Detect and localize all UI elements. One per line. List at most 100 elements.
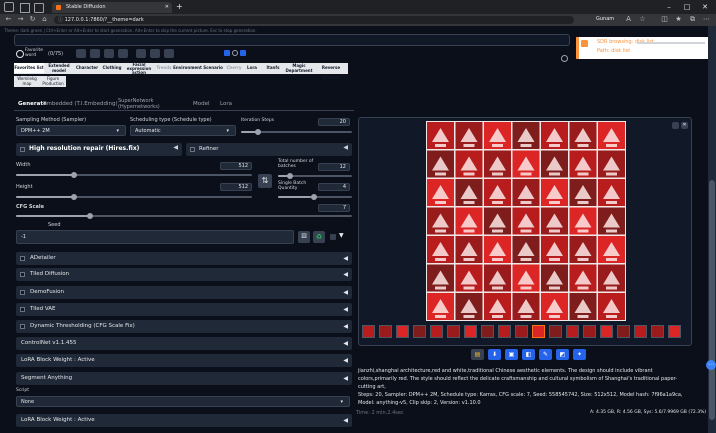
- preview-image[interactable]: [426, 121, 626, 321]
- accordion-controlnet[interactable]: ControlNet v1.1.455 ◀: [16, 337, 352, 350]
- gallery-thumbnail[interactable]: [583, 325, 596, 338]
- category-tab[interactable]: Environment Scenario: [172, 63, 224, 73]
- save-icon[interactable]: ⬇: [488, 349, 501, 360]
- category-tab[interactable]: Figure Production: [40, 76, 66, 86]
- globe-icon[interactable]: [90, 49, 100, 58]
- gallery-thumbnail[interactable]: [651, 325, 664, 338]
- category-tab[interactable]: Trends: [156, 63, 172, 73]
- reload-icon[interactable]: ↻: [28, 15, 37, 24]
- hires-accordion[interactable]: High resolution repair (Hires.fix) ◀: [16, 143, 182, 156]
- split-screen-icon[interactable]: ◫: [660, 15, 669, 24]
- schedule-dropdown[interactable]: Automatic ▾: [130, 125, 236, 136]
- gallery-thumbnail[interactable]: [430, 325, 443, 338]
- tab-embedding[interactable]: Embedded (T.I.Embedding): [43, 101, 118, 107]
- zip-icon[interactable]: ▣: [505, 349, 518, 360]
- gallery-thumbnail[interactable]: [549, 325, 562, 338]
- close-tab-icon[interactable]: ✕: [165, 2, 169, 13]
- accordion-checkbox[interactable]: [20, 307, 25, 312]
- accordion-checkbox[interactable]: [20, 290, 25, 295]
- fullscreen-icon[interactable]: [672, 122, 679, 129]
- hires-checkbox[interactable]: [20, 147, 25, 152]
- sampling-method-dropdown[interactable]: DPM++ 2M ▾: [16, 125, 126, 136]
- random-seed-icon[interactable]: ⚄: [298, 231, 310, 243]
- gallery-thumbnail[interactable]: [481, 325, 494, 338]
- browser-tab[interactable]: Stable Diffusion ✕: [52, 2, 172, 13]
- back-icon[interactable]: ←: [4, 15, 13, 24]
- height-slider[interactable]: [16, 196, 252, 198]
- tab-hypernetworks[interactable]: SuperNetwork (Hypernetworks): [118, 98, 180, 110]
- paste-icon[interactable]: [118, 49, 128, 58]
- width-slider[interactable]: [16, 174, 252, 176]
- close-window-icon[interactable]: ✕: [698, 2, 712, 12]
- category-tab[interactable]: Facial expression action: [124, 63, 154, 75]
- category-tab[interactable]: Itanfs: [264, 63, 282, 73]
- tab-model[interactable]: Model: [193, 101, 210, 107]
- tab-actions-icon[interactable]: [34, 3, 44, 13]
- new-tab-icon[interactable]: +: [176, 2, 183, 11]
- refiner-checkbox[interactable]: [190, 147, 195, 152]
- gallery-thumbnail[interactable]: [362, 325, 375, 338]
- accordion-segment-anything[interactable]: Segment Anything ◀: [16, 372, 352, 385]
- accordion-dynamic-thresholding[interactable]: Dynamic Thresholding (CFG Scale Fix) ◀: [16, 320, 352, 333]
- address-bar[interactable]: ⓘ 127.0.0.1:7860/?__theme=dark: [54, 16, 574, 24]
- extras-icon[interactable]: ◩: [556, 349, 569, 360]
- gallery-thumbnail[interactable]: [532, 325, 545, 338]
- toggle-c-icon[interactable]: [240, 50, 246, 56]
- close-gallery-icon[interactable]: ✕: [681, 122, 688, 129]
- accordion-adetailer[interactable]: ADetailer ◀: [16, 252, 352, 265]
- read-aloud-icon[interactable]: A: [624, 15, 633, 24]
- tag-radio[interactable]: [16, 50, 24, 58]
- browser-profile-icon[interactable]: [4, 2, 14, 12]
- accordion-checkbox[interactable]: [20, 272, 25, 277]
- scrollbar-thumb[interactable]: [709, 180, 715, 420]
- gallery-thumbnail[interactable]: [413, 325, 426, 338]
- site-info-icon[interactable]: ⓘ: [58, 17, 65, 23]
- batch-qty-slider-handle[interactable]: [311, 194, 317, 200]
- gallery-thumbnail[interactable]: [379, 325, 392, 338]
- cfg-slider[interactable]: [16, 215, 352, 217]
- history-icon[interactable]: [164, 49, 174, 58]
- accordion-checkbox[interactable]: [20, 324, 25, 329]
- height-input[interactable]: 512: [220, 183, 252, 191]
- accordion-tiled-diffusion[interactable]: Tiled Diffusion ◀: [16, 268, 352, 281]
- batch-qty-input[interactable]: 4: [318, 183, 350, 191]
- gallery-thumbnail[interactable]: [464, 325, 477, 338]
- seed-input[interactable]: -1: [16, 230, 294, 244]
- cfg-slider-handle[interactable]: [87, 213, 93, 219]
- settings-icon[interactable]: [76, 49, 86, 58]
- maximize-icon[interactable]: □: [680, 2, 694, 12]
- iteration-slider-handle[interactable]: [255, 129, 261, 135]
- category-tab[interactable]: Wemilekg map: [14, 76, 40, 86]
- img2img-icon[interactable]: ◧: [522, 349, 535, 360]
- toggle-a-icon[interactable]: [224, 50, 230, 56]
- refiner-accordion[interactable]: Refiner ◀: [186, 143, 352, 156]
- copy-icon[interactable]: [104, 49, 114, 58]
- forward-icon[interactable]: →: [16, 15, 25, 24]
- trash-icon[interactable]: [150, 49, 160, 58]
- workspaces-icon[interactable]: [20, 3, 30, 13]
- home-icon[interactable]: ⌂: [40, 15, 49, 24]
- cfg-input[interactable]: 7: [318, 204, 350, 212]
- category-tab[interactable]: Extended model: [46, 63, 72, 73]
- category-tab[interactable]: Reverse prompt: [314, 63, 348, 83]
- gallery-thumbnail[interactable]: [515, 325, 528, 338]
- height-slider-handle[interactable]: [71, 194, 77, 200]
- toggle-b-icon[interactable]: [232, 50, 238, 56]
- favorite-icon[interactable]: ☆: [638, 15, 647, 24]
- extra-seed-checkbox[interactable]: [330, 234, 336, 240]
- category-tab[interactable]: Character: [74, 63, 100, 73]
- undo-icon[interactable]: [136, 49, 146, 58]
- reuse-seed-icon[interactable]: ♻: [313, 231, 325, 243]
- favorites-icon[interactable]: ★: [674, 15, 683, 24]
- category-tab[interactable]: Lora: [244, 63, 260, 73]
- gallery-thumbnail[interactable]: [566, 325, 579, 338]
- category-tab[interactable]: Magic Department: [284, 63, 314, 73]
- collapse-icon[interactable]: [561, 55, 568, 62]
- minimize-icon[interactable]: –: [662, 2, 676, 12]
- gallery-thumbnail[interactable]: [396, 325, 409, 338]
- extra-seed-expand-icon[interactable]: ▼: [339, 232, 344, 239]
- width-input[interactable]: 512: [220, 162, 252, 170]
- category-tab[interactable]: Favorites list: [14, 63, 44, 73]
- accordion-lora-block-weight[interactable]: LoRA Block Weight : Active ◀: [16, 354, 352, 367]
- gallery-thumbnail[interactable]: [617, 325, 630, 338]
